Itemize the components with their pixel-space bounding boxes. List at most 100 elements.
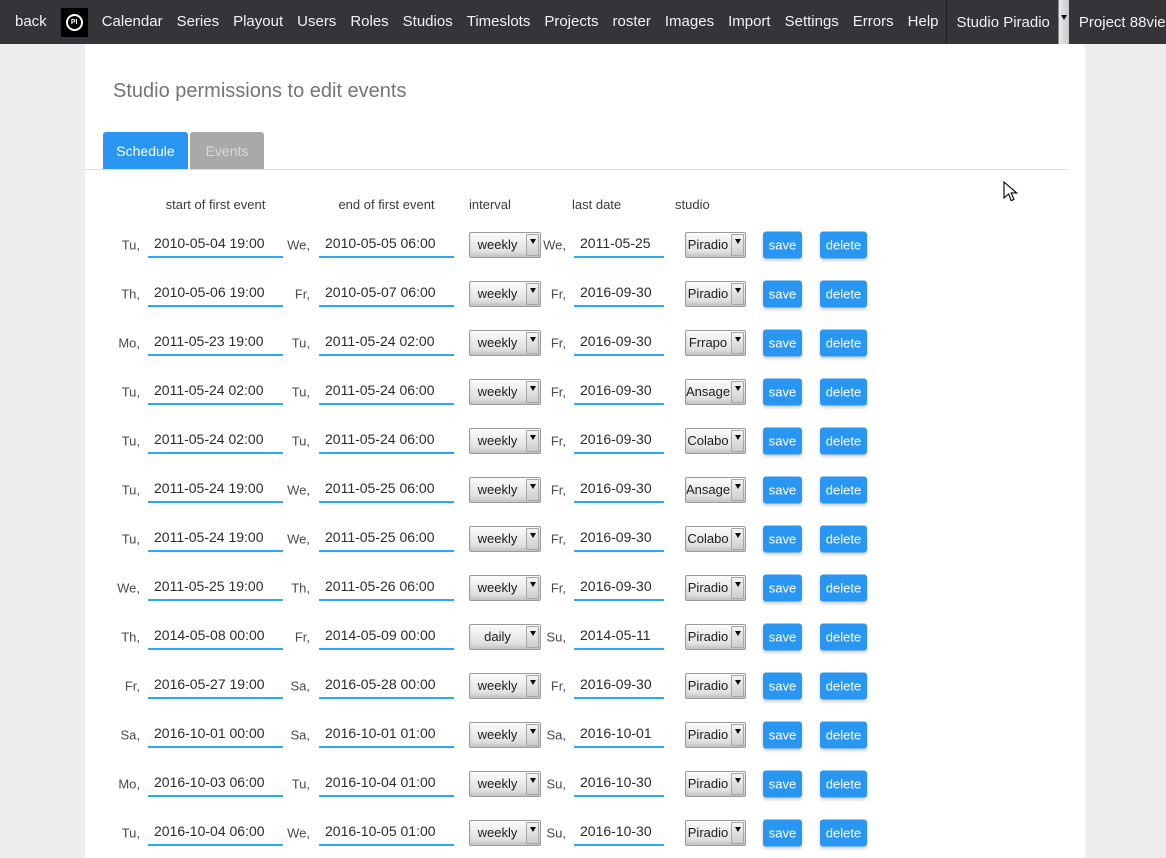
end-datetime-input[interactable] [319, 281, 454, 307]
last-date-input[interactable] [574, 673, 664, 699]
nav-item-calendar[interactable]: Calendar [95, 0, 170, 44]
end-datetime-input[interactable] [319, 379, 454, 405]
nav-item-timeslots[interactable]: Timeslots [460, 0, 538, 44]
start-datetime-input[interactable] [148, 232, 283, 258]
save-button[interactable]: save [763, 476, 802, 503]
end-datetime-input[interactable] [319, 575, 454, 601]
save-button[interactable]: save [763, 574, 802, 601]
tab-events[interactable]: Events [190, 132, 264, 169]
end-datetime-input[interactable] [319, 722, 454, 748]
last-date-input[interactable] [574, 722, 664, 748]
piradio-logo-icon[interactable]: PI [61, 8, 88, 37]
delete-button[interactable]: delete [820, 329, 867, 356]
nav-item-images[interactable]: Images [658, 0, 721, 44]
save-button[interactable]: save [763, 672, 802, 699]
nav-item-studios[interactable]: Studios [396, 0, 460, 44]
nav-item-users[interactable]: Users [290, 0, 343, 44]
studio-select[interactable]: Piradio [685, 722, 746, 748]
project-switch-select[interactable]: Project 88vier [1069, 0, 1166, 44]
delete-button[interactable]: delete [820, 378, 867, 405]
end-datetime-input[interactable] [319, 330, 454, 356]
piradio-logo-text: PI [66, 14, 83, 31]
delete-button[interactable]: delete [820, 280, 867, 307]
end-datetime-input[interactable] [319, 477, 454, 503]
last-date-input[interactable] [574, 771, 664, 797]
delete-button[interactable]: delete [820, 623, 867, 650]
end-datetime-input[interactable] [319, 771, 454, 797]
last-date-input[interactable] [574, 330, 664, 356]
start-datetime-input[interactable] [148, 477, 283, 503]
last-date-input[interactable] [574, 526, 664, 552]
studio-select[interactable]: Piradio [685, 281, 746, 307]
nav-item-errors[interactable]: Errors [846, 0, 901, 44]
nav-item-playout[interactable]: Playout [226, 0, 290, 44]
last-date-input[interactable] [574, 477, 664, 503]
last-date-input[interactable] [574, 820, 664, 846]
delete-button[interactable]: delete [820, 525, 867, 552]
studio-select[interactable]: Piradio [685, 624, 746, 650]
tab-schedule[interactable]: Schedule [103, 132, 188, 169]
save-button[interactable]: save [763, 819, 802, 846]
start-datetime-input[interactable] [148, 575, 283, 601]
studio-select[interactable]: Colabo [685, 428, 746, 454]
end-datetime-input[interactable] [319, 526, 454, 552]
delete-button[interactable]: delete [820, 770, 867, 797]
save-button[interactable]: save [763, 721, 802, 748]
start-datetime-input[interactable] [148, 722, 283, 748]
schedule-table: start of first event end of first event … [85, 197, 1085, 857]
end-datetime-input[interactable] [319, 820, 454, 846]
delete-button[interactable]: delete [820, 476, 867, 503]
delete-button[interactable]: delete [820, 819, 867, 846]
last-date-input[interactable] [574, 575, 664, 601]
studio-select[interactable]: Ansage [685, 379, 746, 405]
last-date-input[interactable] [574, 624, 664, 650]
nav-item-settings[interactable]: Settings [778, 0, 846, 44]
studio-select[interactable]: Piradio [685, 820, 746, 846]
studio-switch-select[interactable]: Studio Piradio [946, 0, 1069, 44]
end-datetime-input[interactable] [319, 232, 454, 258]
studio-select[interactable]: Piradio [685, 232, 746, 258]
start-datetime-input[interactable] [148, 281, 283, 307]
start-datetime-input[interactable] [148, 673, 283, 699]
save-button[interactable]: save [763, 427, 802, 454]
nav-item-help[interactable]: Help [901, 0, 946, 44]
nav-item-series[interactable]: Series [170, 0, 227, 44]
nav-item-import[interactable]: Import [721, 0, 778, 44]
delete-button[interactable]: delete [820, 672, 867, 699]
studio-select[interactable]: Piradio [685, 771, 746, 797]
save-button[interactable]: save [763, 329, 802, 356]
studio-select[interactable]: Colabo [685, 526, 746, 552]
start-datetime-input[interactable] [148, 624, 283, 650]
studio-select[interactable]: Piradio [685, 575, 746, 601]
save-button[interactable]: save [763, 623, 802, 650]
end-datetime-input[interactable] [319, 673, 454, 699]
studio-select[interactable]: Frrapo [685, 330, 746, 356]
save-button[interactable]: save [763, 770, 802, 797]
end-datetime-input[interactable] [319, 624, 454, 650]
delete-button[interactable]: delete [820, 574, 867, 601]
nav-item-roster[interactable]: roster [606, 0, 658, 44]
back-link[interactable]: back [0, 0, 54, 44]
studio-select[interactable]: Ansage [685, 477, 746, 503]
start-datetime-input[interactable] [148, 379, 283, 405]
delete-button[interactable]: delete [820, 231, 867, 258]
delete-button[interactable]: delete [820, 427, 867, 454]
start-datetime-input[interactable] [148, 771, 283, 797]
last-date-input[interactable] [574, 281, 664, 307]
start-datetime-input[interactable] [148, 526, 283, 552]
save-button[interactable]: save [763, 280, 802, 307]
last-date-input[interactable] [574, 379, 664, 405]
last-date-input[interactable] [574, 428, 664, 454]
start-datetime-input[interactable] [148, 330, 283, 356]
start-datetime-input[interactable] [148, 820, 283, 846]
save-button[interactable]: save [763, 378, 802, 405]
last-date-input[interactable] [574, 232, 664, 258]
nav-item-projects[interactable]: Projects [537, 0, 605, 44]
nav-item-roles[interactable]: Roles [343, 0, 395, 44]
studio-select[interactable]: Piradio [685, 673, 746, 699]
delete-button[interactable]: delete [820, 721, 867, 748]
start-datetime-input[interactable] [148, 428, 283, 454]
end-datetime-input[interactable] [319, 428, 454, 454]
save-button[interactable]: save [763, 231, 802, 258]
save-button[interactable]: save [763, 525, 802, 552]
